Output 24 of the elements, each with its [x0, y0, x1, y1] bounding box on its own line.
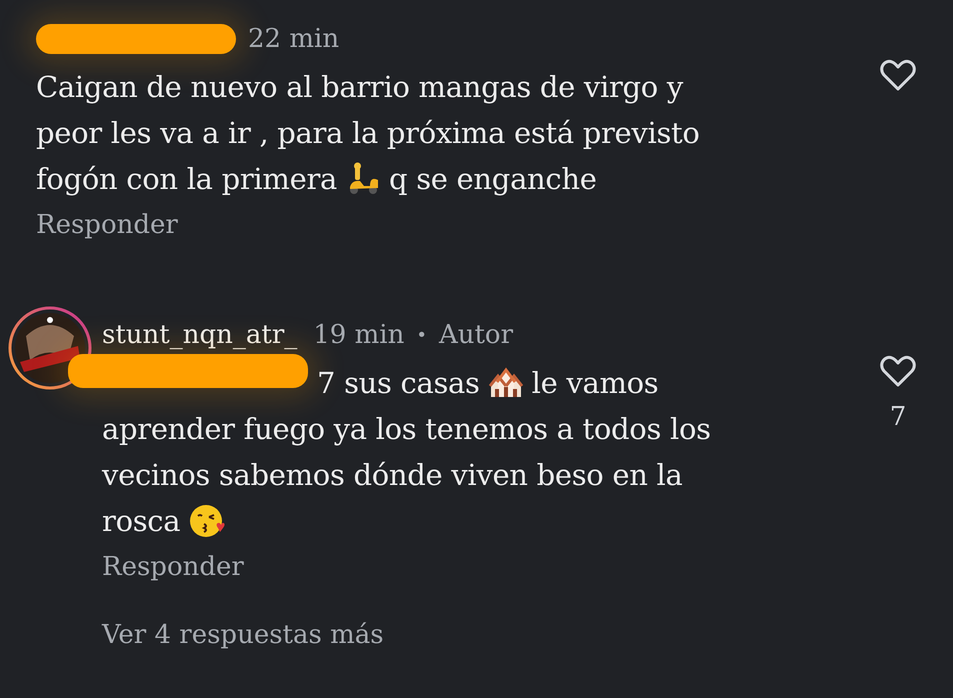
meta-text: 19 min	[313, 320, 404, 350]
comment-text: peor les va a ir , para la próxima está previsto	[36, 115, 700, 152]
separator-dot: •	[416, 324, 427, 346]
username-link[interactable]: stunt_nqn_atr_	[102, 320, 298, 350]
comment-text: rosca	[102, 503, 180, 540]
kiss-face-icon	[189, 504, 228, 538]
like-count: 7	[890, 402, 906, 432]
comment-text: fogón con la primera	[36, 161, 338, 198]
like-button[interactable]	[879, 58, 917, 92]
reply-link[interactable]: Responder	[102, 552, 244, 582]
comment-text: le vamos	[532, 365, 658, 402]
like-button[interactable]	[879, 354, 917, 388]
view-replies-link[interactable]: Ver 4 respuestas más	[102, 620, 384, 650]
reply-link[interactable]: Responder	[36, 210, 178, 240]
comment-text: vecinos sabemos dónde viven beso en la	[102, 457, 683, 494]
heart-icon	[879, 354, 917, 388]
comment-text: 7 sus casas	[317, 365, 480, 402]
houses-icon	[488, 367, 523, 399]
comment-text: q se enganche	[389, 161, 597, 198]
comment-text: Caigan de nuevo al barrio mangas de virgo y	[36, 69, 683, 106]
meta-text: 22 min	[248, 24, 340, 54]
meta-text: Autor	[438, 320, 514, 350]
heart-icon	[879, 58, 917, 92]
comment-text: aprender fuego ya los tenemos a todos los	[102, 411, 711, 448]
